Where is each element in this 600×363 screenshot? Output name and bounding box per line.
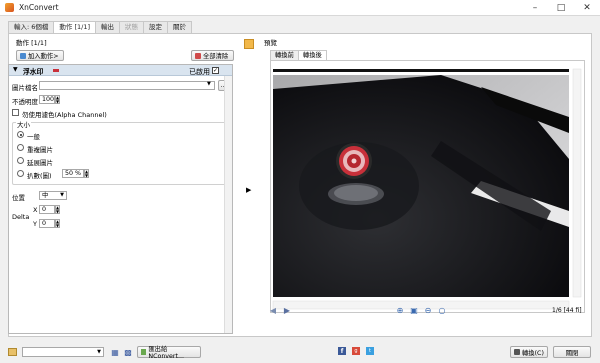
load-preset-icon[interactable]: ▩ (124, 348, 132, 357)
size-normal-radio[interactable] (17, 131, 24, 138)
tab-status[interactable]: 狀態 (119, 21, 145, 33)
size-scale-label: 扒數(圖) (27, 172, 52, 180)
watermark-seal (336, 143, 372, 179)
tab-after[interactable]: 轉換後 (297, 50, 327, 60)
scale-stepper[interactable]: ▲ ▼ (84, 169, 89, 178)
size-stretch-radio[interactable] (17, 157, 24, 164)
export-nconvert-label: 匯出給NConvert... (148, 346, 184, 360)
size-scale-radio[interactable] (17, 170, 24, 177)
actions-section-label: 動作 [1/1] (16, 39, 47, 47)
alpha-checkbox[interactable] (12, 109, 19, 116)
delta-label: Delta (12, 213, 30, 221)
delta-y-input[interactable]: 0 (39, 219, 55, 228)
size-group-label: 大小 (16, 119, 31, 129)
delta-y-label: Y (33, 220, 37, 228)
previous-icon[interactable]: ◀ (269, 306, 277, 315)
position-label: 位置 (12, 194, 25, 202)
scale-input[interactable]: 50 % (62, 169, 84, 178)
export-nconvert-button[interactable]: 匯出給NConvert... (137, 346, 201, 360)
image-file-dropdown-icon[interactable]: ▼ (207, 81, 211, 87)
delta-y-stepper[interactable]: ▲ ▼ (55, 219, 60, 228)
zoom-actual-icon[interactable]: ○ (438, 306, 446, 315)
collapse-arrow-icon[interactable]: ▼ (13, 66, 18, 73)
minimize-icon[interactable]: – (522, 0, 548, 16)
add-action-icon (20, 52, 26, 59)
folder-icon[interactable] (8, 348, 17, 356)
preview-tabs: 轉換前 轉換後 (270, 50, 327, 60)
size-tile-label: 重複圖片 (27, 146, 53, 154)
convert-icon (514, 349, 520, 355)
enabled-checkbox[interactable]: ✓ (212, 66, 219, 74)
image-file-label: 圖片檔名 (12, 84, 38, 92)
facebook-icon[interactable]: f (338, 347, 346, 355)
delta-x-label: X (33, 206, 38, 214)
preview-counter: 1/6 [44 fi] (552, 307, 582, 314)
preview-toggle-icon[interactable] (244, 39, 254, 49)
add-action-button[interactable]: 加入動作> (16, 50, 64, 61)
tab-settings[interactable]: 設定 (143, 21, 169, 33)
position-select[interactable]: 中 ▼ (39, 191, 67, 200)
tab-before[interactable]: 轉換前 (270, 50, 299, 60)
preview-h-scrollbar (272, 300, 570, 310)
position-dropdown-icon: ▼ (60, 192, 64, 198)
image-file-input[interactable] (39, 81, 215, 90)
actions-list: ▼ 浮水印 已啟用 ✓ 圖片檔名 ▼ ... 不透明度 100 ▲▼ 勿使用濾色… (8, 64, 233, 334)
opacity-input[interactable]: 100 (39, 95, 55, 104)
xnconvert-logo-icon (5, 3, 14, 12)
splitter-arrow-icon[interactable]: ▶ (246, 186, 251, 194)
opacity-stepper[interactable]: ▲ ▼ (55, 95, 60, 104)
window-controls: – □ ✕ (522, 0, 600, 16)
watermark-action-header[interactable]: ▼ 浮水印 已啟用 ✓ (9, 65, 232, 76)
add-action-label: 加入動作> (28, 53, 59, 60)
client-area: 輸入: 6個檔 動作 [1/1] 輸出 狀態 設定 關於 動作 [1/1] 加入… (0, 16, 600, 363)
tab-output[interactable]: 輸出 (95, 21, 121, 33)
remove-action-icon[interactable] (53, 69, 59, 72)
enabled-label: 已啟用 (189, 67, 210, 76)
action-title: 浮水印 (23, 68, 44, 76)
preview-scrollbar (572, 68, 582, 298)
preview-label: 預覽 (264, 39, 277, 47)
size-tile-radio[interactable] (17, 144, 24, 151)
actions-scrollbar[interactable] (224, 76, 232, 333)
zoom-in-icon[interactable]: ⊕ (396, 306, 404, 315)
save-preset-icon[interactable]: ▦ (111, 348, 119, 357)
delta-x-stepper[interactable]: ▲ ▼ (55, 205, 60, 214)
size-normal-label: 一般 (27, 133, 40, 141)
zoom-out-icon[interactable]: ⊖ (424, 306, 432, 315)
opacity-label: 不透明度 (12, 98, 38, 106)
twitter-icon[interactable]: t (366, 347, 374, 355)
title-bar: XnConvert – □ ✕ (0, 0, 600, 16)
tab-about[interactable]: 關於 (167, 21, 193, 33)
maximize-icon[interactable]: □ (548, 0, 574, 16)
window-title: XnConvert (19, 3, 59, 12)
size-stretch-label: 延展圖片 (27, 159, 53, 167)
preset-select[interactable]: ▼ (22, 347, 104, 357)
tab-input[interactable]: 輸入: 6個檔 (8, 21, 55, 33)
close-icon[interactable]: ✕ (574, 0, 600, 16)
export-icon (141, 349, 147, 355)
close-label: 關閉 (565, 349, 579, 357)
preset-dropdown-icon: ▼ (97, 349, 101, 355)
preview-top-rule (273, 69, 569, 72)
clear-all-label: 全部清除 (203, 53, 229, 60)
clear-all-icon (195, 52, 201, 59)
close-button[interactable]: 關閉 (553, 346, 591, 358)
preview-canvas (270, 60, 585, 313)
alpha-label: 勿使用濾色(Alpha Channel) (22, 111, 107, 119)
fit-to-window-icon[interactable]: ▣ (410, 306, 418, 315)
position-value: 中 (42, 192, 49, 199)
bottom-bar: ▼ ▦ ▩ 匯出給NConvert... f g t 轉換(C) 關閉 (0, 342, 600, 363)
convert-label: 轉換(C) (522, 349, 544, 357)
google-plus-icon[interactable]: g (352, 347, 360, 355)
next-icon[interactable]: ▶ (283, 306, 291, 315)
convert-button[interactable]: 轉換(C) (510, 346, 548, 358)
main-tabs: 輸入: 6個檔 動作 [1/1] 輸出 狀態 設定 關於 (8, 21, 193, 34)
delta-x-input[interactable]: 0 (39, 205, 55, 214)
preview-image (271, 61, 584, 312)
clear-all-button[interactable]: 全部清除 (191, 50, 234, 61)
